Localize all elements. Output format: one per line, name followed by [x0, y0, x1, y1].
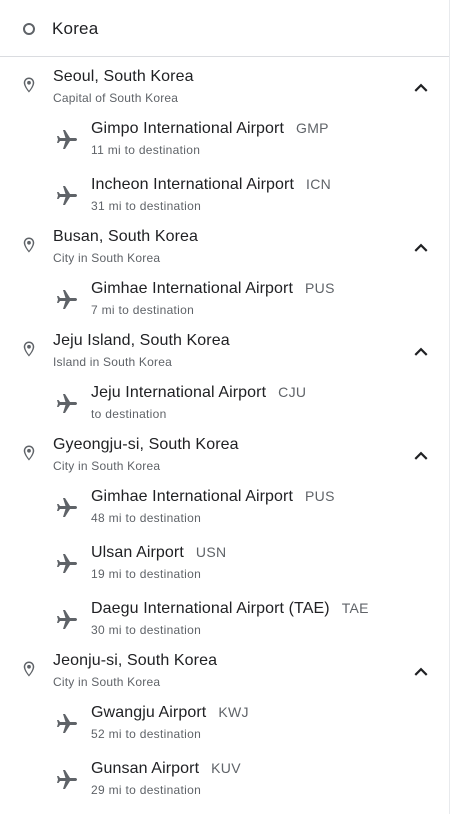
airport-distance: 7 mi to destination [91, 303, 195, 317]
airport-name: Daegu International Airport (TAE) [91, 600, 330, 617]
location-pin-icon [23, 341, 35, 357]
airport-code: TAE [341, 600, 369, 616]
airport-suggestion[interactable]: Daegu International Airport (TAE) TAE 30 … [0, 599, 449, 643]
location-pin-icon [23, 77, 35, 93]
airplane-icon [57, 554, 77, 573]
airport-distance: 30 mi to destination [91, 623, 202, 637]
airplane-icon [57, 290, 77, 309]
airport-suggestion[interactable]: Jeju International Airport CJU to destina… [0, 383, 449, 427]
city-name: Jeonju-si, South Korea [53, 652, 218, 669]
chevron-up-icon[interactable] [408, 443, 434, 469]
airplane-icon [57, 394, 77, 413]
airplane-icon [57, 186, 77, 205]
airport-suggestion[interactable]: Gimhae International Airport PUS 48 mi to… [0, 487, 449, 531]
airport-name: Gimpo International Airport [91, 120, 285, 137]
city-description: City in South Korea [53, 675, 161, 689]
origin-circle-icon [23, 23, 35, 35]
airport-code: KUV [211, 760, 241, 776]
city-suggestion-jeju[interactable]: Jeju Island, South Korea Island in South… [0, 331, 449, 375]
city-suggestion-jeonju[interactable]: Jeonju-si, South Korea City in South Kor… [0, 651, 449, 695]
search-input[interactable] [52, 15, 432, 43]
city-suggestion-busan[interactable]: Busan, South Korea City in South Korea [0, 227, 449, 271]
airport-distance: to destination [91, 407, 167, 421]
airport-distance: 11 mi to destination [91, 143, 201, 157]
chevron-up-icon[interactable] [408, 339, 434, 365]
city-description: City in South Korea [53, 459, 161, 473]
airport-name: Ulsan Airport [91, 544, 184, 561]
airplane-icon [57, 714, 77, 733]
airplane-icon [57, 498, 77, 517]
city-suggestion-seoul[interactable]: Seoul, South Korea Capital of South Kore… [0, 67, 449, 111]
airport-code: PUS [305, 280, 335, 296]
airplane-icon [57, 130, 77, 149]
city-name: Seoul, South Korea [53, 68, 194, 85]
airport-code: GMP [296, 120, 329, 136]
city-suggestion-gyeongju[interactable]: Gyeongju-si, South Korea City in South K… [0, 435, 449, 479]
city-name: Busan, South Korea [53, 228, 199, 245]
airport-distance: 48 mi to destination [91, 511, 202, 525]
airport-code: USN [195, 544, 227, 560]
airport-name: Gwangju Airport [91, 704, 207, 721]
city-name: Jeju Island, South Korea [53, 332, 230, 349]
airplane-icon [57, 770, 77, 789]
location-pin-icon [23, 661, 35, 677]
airport-distance: 31 mi to destination [91, 199, 202, 213]
airport-name: Jeju International Airport [91, 384, 267, 401]
airport-suggestion[interactable]: Incheon International Airport ICN 31 mi t… [0, 175, 449, 219]
city-description: Capital of South Korea [53, 91, 179, 105]
airport-name: Gimhae International Airport [91, 488, 294, 505]
airport-code: PUS [305, 488, 335, 504]
airport-suggestion[interactable]: Ulsan Airport USN 19 mi to destination [0, 543, 449, 587]
airport-distance: 19 mi to destination [91, 567, 202, 581]
airplane-icon [57, 610, 77, 629]
chevron-up-icon[interactable] [408, 235, 434, 261]
airport-suggestion[interactable]: Gimpo International Airport GMP 11 mi to … [0, 119, 449, 163]
airport-suggestion[interactable]: Gwangju Airport KWJ 52 mi to destination [0, 703, 449, 747]
destination-suggestions-panel: Seoul, South Korea Capital of South Kore… [0, 0, 450, 814]
airport-suggestion[interactable]: Gimhae International Airport PUS 7 mi to … [0, 279, 449, 323]
airport-code: CJU [278, 384, 307, 400]
chevron-up-icon[interactable] [408, 659, 434, 685]
search-bar [0, 0, 449, 57]
location-pin-icon [23, 445, 35, 461]
airport-name: Gimhae International Airport [91, 280, 294, 297]
airport-distance: 52 mi to destination [91, 727, 202, 741]
airport-name: Incheon International Airport [91, 176, 295, 193]
location-pin-icon [23, 237, 35, 253]
airport-code: ICN [306, 176, 332, 192]
city-description: Island in South Korea [53, 355, 172, 369]
airport-code: KWJ [218, 704, 249, 720]
airport-distance: 29 mi to destination [91, 783, 202, 797]
city-name: Gyeongju-si, South Korea [53, 436, 239, 453]
chevron-up-icon[interactable] [408, 75, 434, 101]
airport-suggestion[interactable]: Gunsan Airport KUV 29 mi to destination [0, 759, 449, 803]
airport-name: Gunsan Airport [91, 760, 200, 777]
city-description: City in South Korea [53, 251, 161, 265]
